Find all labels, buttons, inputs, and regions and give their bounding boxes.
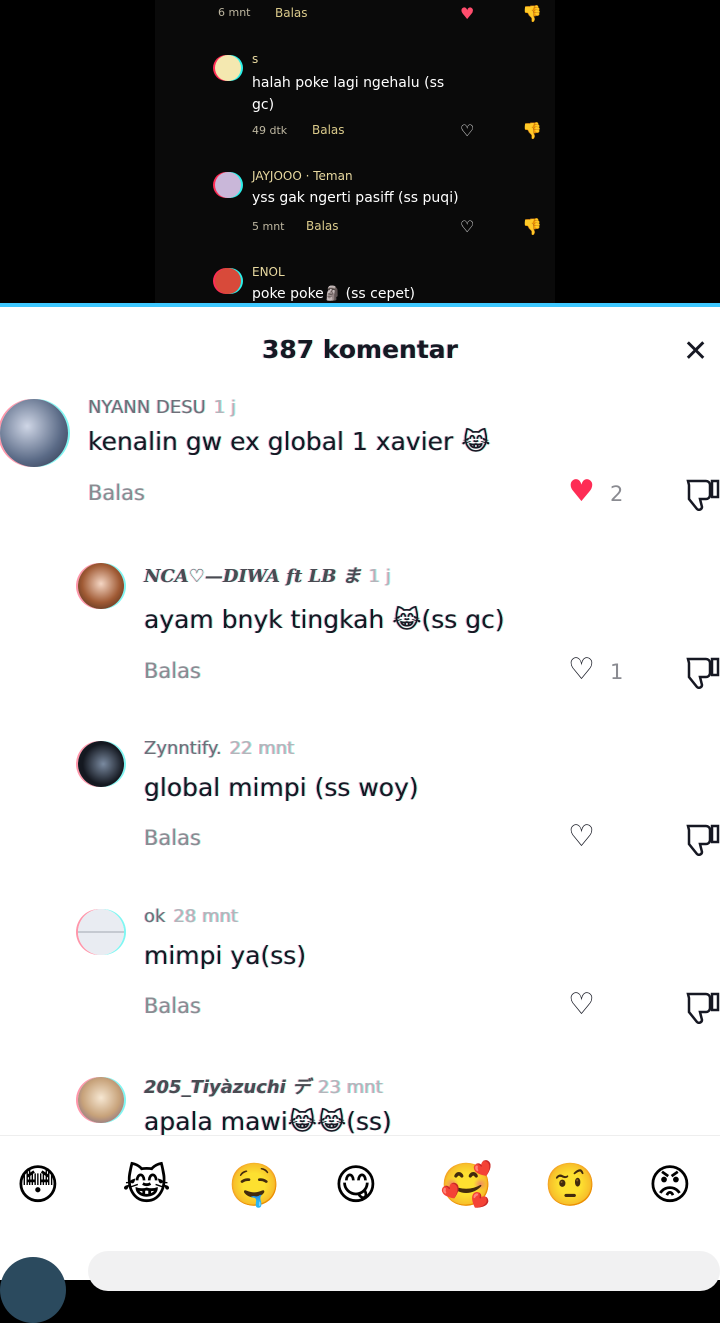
comment-4-header: ok 28 mnt: [144, 906, 238, 927]
avatar[interactable]: [78, 563, 124, 609]
bg-avatar: [215, 172, 241, 198]
bg-dislike-icon: 👎: [522, 4, 542, 23]
comment-username[interactable]: 205_Tiyàzuchi デ: [144, 1077, 310, 1098]
comment-time: 1 j: [368, 566, 391, 587]
heart-outline-icon[interactable]: ♡: [568, 990, 595, 1020]
bg-comment-3-text: poke poke🗿 (ss cepet): [252, 286, 415, 302]
bg-dislike-icon: 👎: [522, 217, 542, 236]
comment-username[interactable]: Zynntify.: [144, 738, 222, 759]
avatar[interactable]: [0, 399, 68, 467]
comment-text: mimpi ya(ss): [144, 941, 307, 970]
reply-button[interactable]: Balas: [144, 994, 201, 1018]
bg-comment-2-meta: 5 mnt: [252, 220, 285, 233]
bg-comment-1-meta: 49 dtk: [252, 124, 288, 137]
my-avatar: [0, 1257, 66, 1323]
comment-username[interactable]: NCA♡—DIWA ft LB ま: [144, 566, 361, 587]
emoji-hearts[interactable]: 🥰: [440, 1164, 492, 1206]
comment-text: global mimpi (ss woy): [144, 773, 419, 802]
comment-text: ayam bnyk tingkah 😹(ss gc): [144, 605, 505, 634]
heart-outline-icon[interactable]: ♡: [568, 655, 595, 685]
bg-comment-3-name: ENOL: [252, 265, 285, 279]
comment-2-header: NCA♡—DIWA ft LB ま 1 j: [144, 562, 391, 588]
comment-time: 22 mnt: [229, 738, 295, 759]
bg-comment-1-balas: Balas: [312, 123, 345, 137]
comment-3-header: Zynntify. 22 mnt: [144, 738, 294, 759]
dislike-icon[interactable]: [684, 477, 720, 511]
emoji-raised-eyebrow[interactable]: 🤨: [544, 1164, 596, 1206]
bg-avatar: [215, 55, 241, 81]
emoji-yum[interactable]: 😋: [334, 1164, 378, 1206]
avatar[interactable]: [78, 741, 124, 787]
emoji-quick-bar: 😳 😹 🤤 😋 🥰 🤨 😡: [0, 1135, 720, 1246]
comment-text: kenalin gw ex global 1 xavier 😹: [88, 427, 491, 456]
comment-username[interactable]: ok: [144, 906, 165, 927]
like-count: 2: [610, 482, 624, 506]
bg-heart-icon: ♥: [460, 4, 475, 23]
background-comment-panel: [155, 0, 555, 306]
bg-dislike-icon: 👎: [522, 121, 542, 140]
reply-button[interactable]: Balas: [144, 826, 201, 850]
comment-count-title: 387 komentar: [262, 335, 458, 364]
comment-input-row: [0, 1245, 720, 1323]
reply-button[interactable]: Balas: [88, 481, 145, 505]
bg-heart-icon: ♡: [460, 121, 475, 140]
comment-time: 1 j: [213, 397, 237, 418]
dislike-icon[interactable]: [684, 822, 720, 856]
comment-1-header: NYANN DESU 1 j: [88, 397, 236, 418]
bg-comment-0-meta: 6 mnt: [218, 6, 251, 19]
bg-avatar: [215, 268, 241, 294]
emoji-cat-joy[interactable]: 😹: [122, 1164, 171, 1206]
avatar[interactable]: [78, 909, 124, 955]
bg-heart-icon: ♡: [460, 217, 475, 236]
dislike-icon[interactable]: [684, 990, 720, 1024]
bg-comment-2-text: yss gak ngerti pasiff (ss puqi): [252, 190, 459, 206]
reply-button[interactable]: Balas: [144, 659, 201, 683]
bg-comment-1-name: s: [252, 52, 259, 66]
video-background: 6 mnt Balas ♥ 👎 s halah poke lagi ngehal…: [0, 0, 720, 306]
comment-input[interactable]: [88, 1251, 720, 1291]
comment-text: apala mawi😹😹(ss): [144, 1107, 392, 1136]
emoji-drooling[interactable]: 🤤: [228, 1164, 280, 1206]
comment-username[interactable]: NYANN DESU: [88, 397, 206, 418]
emoji-angry[interactable]: 😡: [648, 1164, 692, 1206]
close-icon[interactable]: ✕: [683, 337, 708, 367]
dislike-icon[interactable]: [684, 655, 720, 689]
heart-filled-icon[interactable]: ♥: [568, 477, 595, 507]
emoji-flushed[interactable]: 😳: [16, 1164, 60, 1206]
avatar[interactable]: [78, 1077, 124, 1123]
bg-comment-2-name: JAYJOOO · Teman: [252, 169, 353, 183]
bg-comment-0-balas: Balas: [275, 6, 308, 20]
heart-outline-icon[interactable]: ♡: [568, 822, 595, 852]
bg-comment-2-balas: Balas: [306, 219, 339, 233]
like-count: 1: [610, 660, 624, 684]
bg-comment-1-text: halah poke lagi ngehalu (ss gc): [252, 75, 445, 113]
comment-time: 23 mnt: [318, 1077, 383, 1098]
comment-time: 28 mnt: [173, 906, 239, 927]
comment-5-header: 205_Tiyàzuchi デ 23 mnt: [144, 1073, 383, 1099]
